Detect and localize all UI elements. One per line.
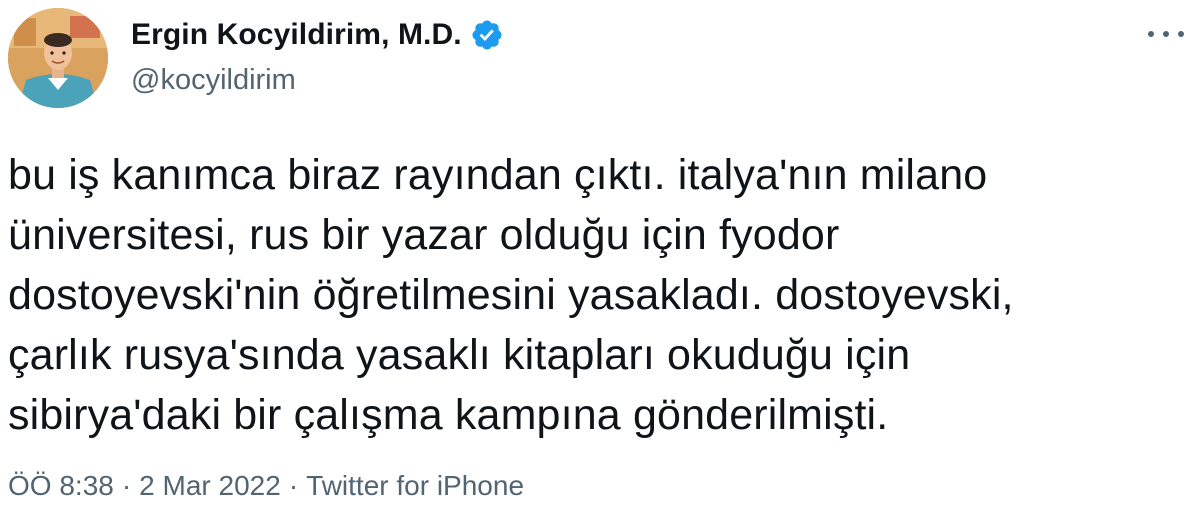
tweet-time[interactable]: ÖÖ 8:38 [8,470,114,502]
more-dot [1178,31,1184,37]
tweet-text: bu iş kanımca biraz rayından çıktı. ital… [8,151,1014,439]
author-handle[interactable]: @kocyildirim [131,64,296,97]
more-options-icon[interactable] [1148,22,1184,46]
more-dot [1148,31,1154,37]
more-dot [1163,31,1169,37]
tweet-date[interactable]: 2 Mar 2022 [139,470,281,502]
avatar-image [8,8,108,108]
author-display-name[interactable]: Ergin Kocyildirim, M.D. [131,18,462,52]
avatar[interactable] [8,8,108,108]
verified-badge-icon [470,18,504,52]
meta-separator: · [121,470,132,501]
tweet-source[interactable]: Twitter for iPhone [306,470,524,502]
tweet-metadata: ÖÖ 8:38 · 2 Mar 2022 · Twitter for iPhon… [8,470,524,502]
tweet-card: Ergin Kocyildirim, M.D. @kocyildirim bu … [0,0,1200,514]
author-name-row: Ergin Kocyildirim, M.D. [131,18,504,52]
meta-separator: · [288,470,299,501]
